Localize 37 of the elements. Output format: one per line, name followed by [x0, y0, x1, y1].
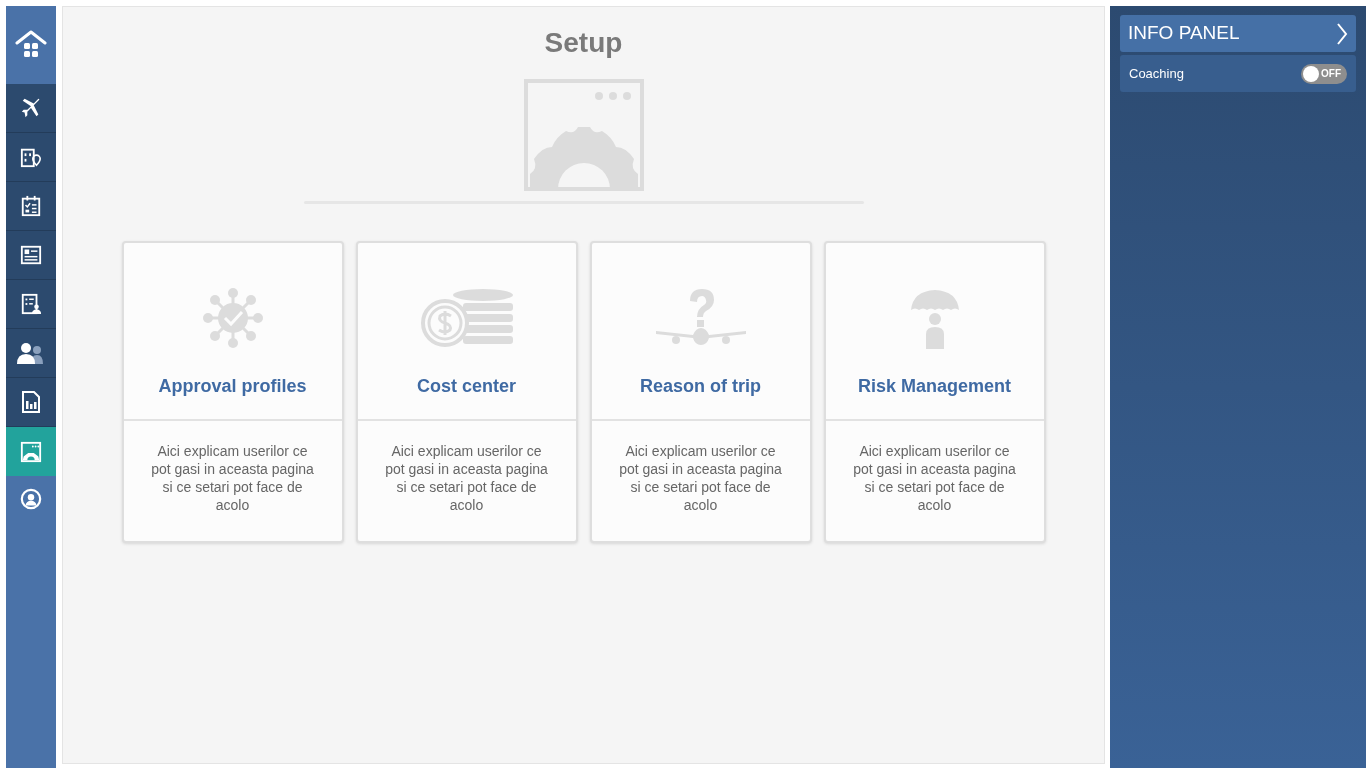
card-description: Aici explicam userilor ce pot gasi in aceasta pagina si ce setari pot face de acolo: [384, 442, 549, 514]
building-pin-icon: [20, 146, 42, 168]
card-title: Risk Management: [857, 375, 1011, 398]
document-icon: [20, 244, 42, 266]
info-panel-header[interactable]: INFO PANEL: [1120, 15, 1356, 52]
airplane-icon: [20, 97, 42, 119]
sidebar-item[interactable]: [6, 133, 56, 182]
card-title: Cost center: [417, 375, 516, 398]
sidebar-item[interactable]: [6, 329, 56, 378]
checklist-person-icon: [20, 293, 42, 315]
card-description: Aici explicam userilor ce pot gasi in aceasta pagina si ce setari pot face de acolo: [150, 442, 315, 514]
card-title: Reason of trip: [640, 375, 761, 398]
coaching-toggle[interactable]: OFF: [1301, 63, 1347, 84]
user-circle-icon: [20, 488, 42, 510]
sidebar-item[interactable]: [6, 378, 56, 427]
card-description: Aici explicam userilor ce pot gasi in aceasta pagina si ce setari pot face de acolo: [852, 442, 1017, 514]
setup-card[interactable]: Cost center Aici explicam userilor ce pot gasi in aceasta pagina si ce setari pot face de acolo: [355, 241, 578, 543]
setup-window-icon: [20, 440, 42, 463]
setup-illustration-icon: [523, 79, 644, 191]
sidebar-item[interactable]: [6, 182, 56, 231]
sidebar-item[interactable]: [6, 280, 56, 329]
card-title: Approval profiles: [158, 375, 307, 398]
setup-card[interactable]: Risk Management Aici explicam userilor ce pot gasi in aceasta pagina si ce setari pot face de acolo: [823, 241, 1046, 543]
chart-document-icon: [21, 391, 41, 413]
setup-card[interactable]: Reason of trip Aici explicam userilor ce pot gasi in aceasta pagina si ce setari pot face de acolo: [589, 241, 812, 543]
coaching-label: Coaching: [1129, 64, 1184, 83]
coins-dollar-icon: [420, 287, 513, 349]
card-description: Aici explicam userilor ce pot gasi in aceasta pagina si ce setari pot face de acolo: [618, 442, 783, 514]
page-title: Setup: [544, 27, 623, 59]
setup-card[interactable]: Approval profiles Aici explicam userilor ce pot gasi in aceasta pagina si ce setari pot face de acolo: [121, 241, 344, 543]
sidebar-item[interactable]: [6, 231, 56, 280]
users-icon: [16, 342, 46, 364]
umbrella-person-icon: [909, 287, 960, 349]
virus-check-icon: [201, 287, 264, 349]
calendar-checklist-icon: [20, 195, 42, 217]
chevron-right-icon: [1336, 21, 1348, 46]
sidebar-item[interactable]: [6, 84, 56, 133]
